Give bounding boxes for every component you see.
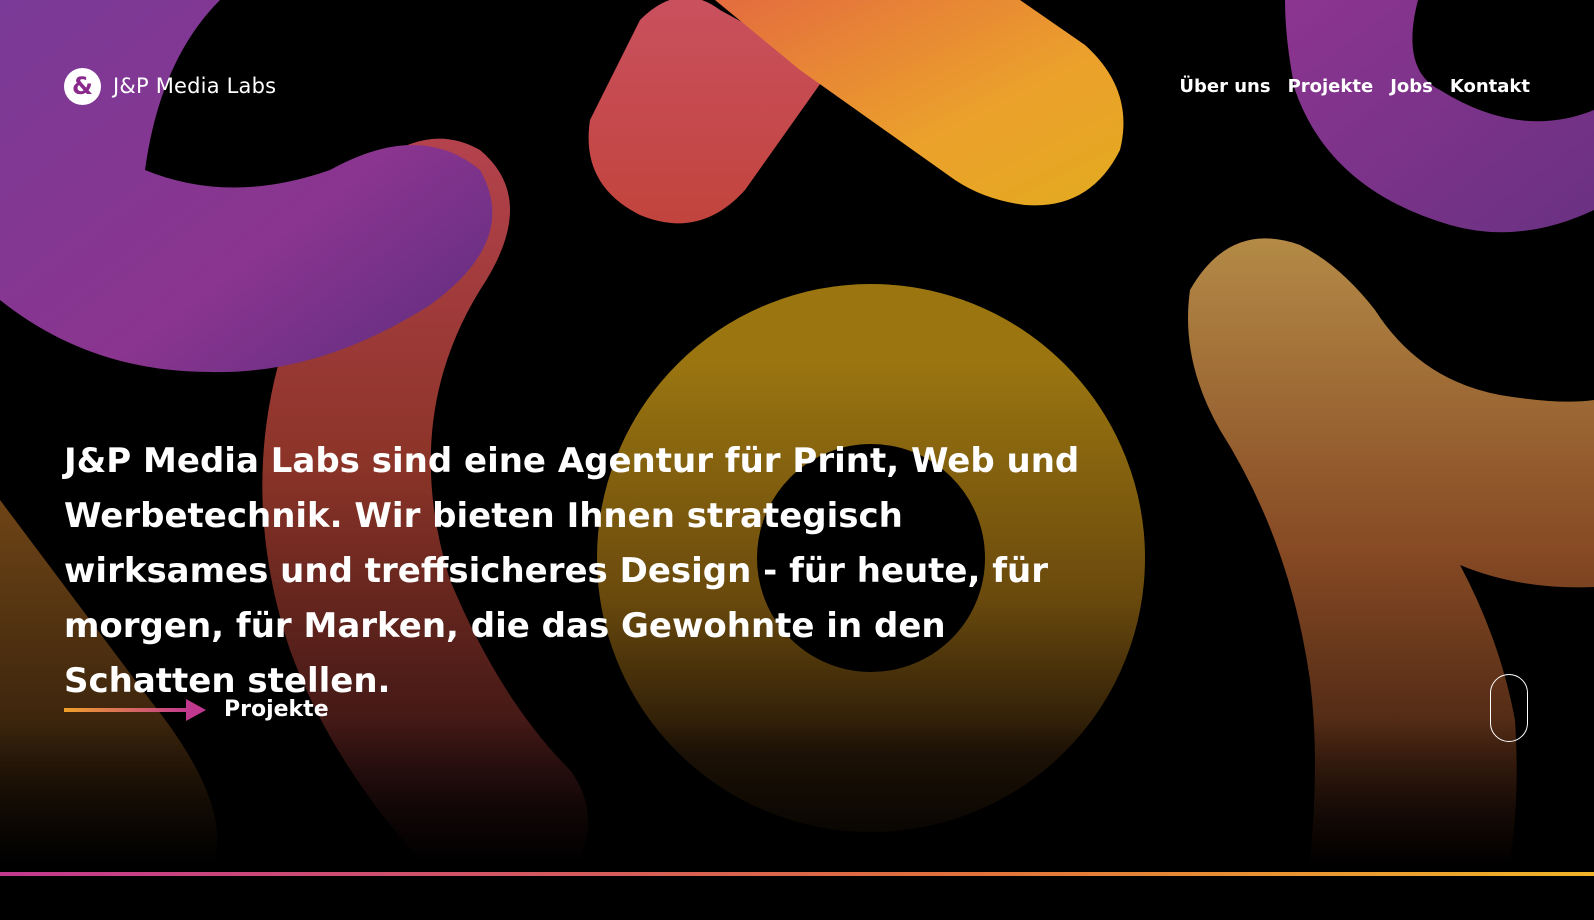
nav-item-projekte[interactable]: Projekte (1288, 76, 1374, 97)
ampersand-logo-icon: & (64, 67, 101, 105)
site-header: & J&P Media Labs Über uns Projekte Jobs … (64, 67, 1530, 105)
nav-item-ueber-uns[interactable]: Über uns (1179, 76, 1270, 97)
hero-page: & J&P Media Labs Über uns Projekte Jobs … (0, 0, 1594, 920)
brand-name: J&P Media Labs (113, 74, 277, 98)
nav-item-kontakt[interactable]: Kontakt (1450, 76, 1530, 97)
scroll-mouse-icon[interactable] (1490, 674, 1528, 742)
bottom-gradient-line (0, 872, 1594, 876)
brand-home-link[interactable]: & J&P Media Labs (64, 67, 277, 105)
projekte-cta-link[interactable]: Projekte (64, 697, 329, 722)
nav-item-jobs[interactable]: Jobs (1390, 76, 1433, 97)
hero-headline: J&P Media Labs sind eine Agentur für Pri… (64, 441, 1080, 701)
main-nav: Über uns Projekte Jobs Kontakt (1179, 76, 1530, 97)
cta-label: Projekte (224, 697, 329, 722)
arrow-right-icon (64, 698, 206, 721)
